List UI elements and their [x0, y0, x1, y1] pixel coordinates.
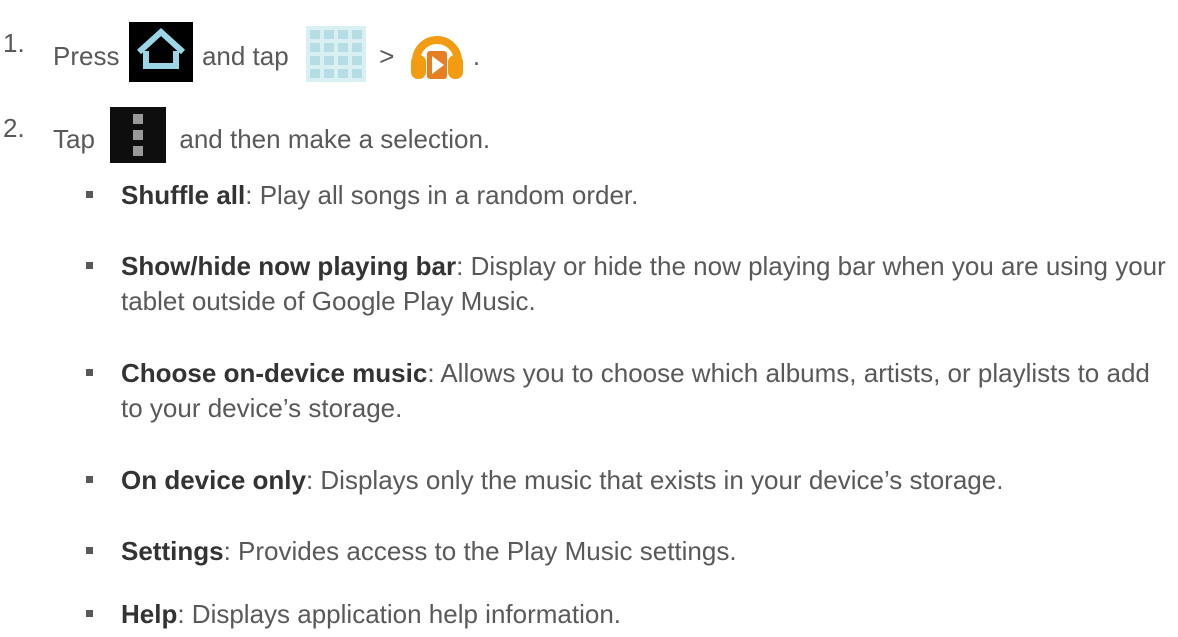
option-term: Shuffle all: [121, 180, 246, 210]
bullet-marker: [86, 262, 93, 269]
option-term: Choose on-device music: [121, 358, 428, 388]
option-description: : Play all songs in a random order.: [245, 180, 639, 210]
step-text: Tap: [53, 123, 95, 154]
option-description: : Provides access to the Play Music sett…: [223, 536, 737, 566]
bullet-marker: [86, 610, 93, 617]
step-text: Press: [53, 40, 120, 71]
step-text: and then make a selection.: [179, 123, 491, 154]
step-text: and tap: [201, 40, 289, 71]
option-description: : Displays only the music that exists in…: [305, 465, 1004, 495]
step-text: .: [472, 40, 481, 71]
list-item: Choose on-device music: Allows you to ch…: [86, 356, 1166, 426]
list-item: Settings: Provides access to the Play Mu…: [86, 534, 1166, 569]
apps-grid-icon: [305, 26, 366, 82]
list-item: Show/hide now playing bar: Display or hi…: [86, 249, 1166, 319]
step-2-body: Tap and then make a selection.: [53, 107, 491, 169]
list-item: Help: Displays application help informat…: [86, 597, 1166, 632]
option-description: : Displays application help information.: [177, 599, 622, 629]
list-item: On device only: Displays only the music …: [86, 463, 1166, 498]
step-1-body: Press and tap > .: [53, 22, 481, 88]
option-term: Show/hide now playing bar: [121, 251, 457, 281]
option-term: Help: [121, 599, 178, 629]
list-item: Shuffle all: Play all songs in a random …: [86, 178, 1166, 213]
bullet-marker: [86, 369, 93, 376]
bullet-marker: [86, 547, 93, 554]
option-term: On device only: [121, 465, 306, 495]
play-music-headphones-icon: [408, 25, 466, 83]
step-number: 1.: [3, 28, 25, 58]
step-number: 2.: [3, 113, 25, 143]
step-text: >: [379, 40, 395, 71]
bullet-marker: [86, 476, 93, 483]
overflow-menu-icon: [110, 107, 167, 163]
bullet-marker: [86, 191, 93, 198]
home-icon: [128, 22, 193, 82]
option-term: Settings: [121, 536, 224, 566]
